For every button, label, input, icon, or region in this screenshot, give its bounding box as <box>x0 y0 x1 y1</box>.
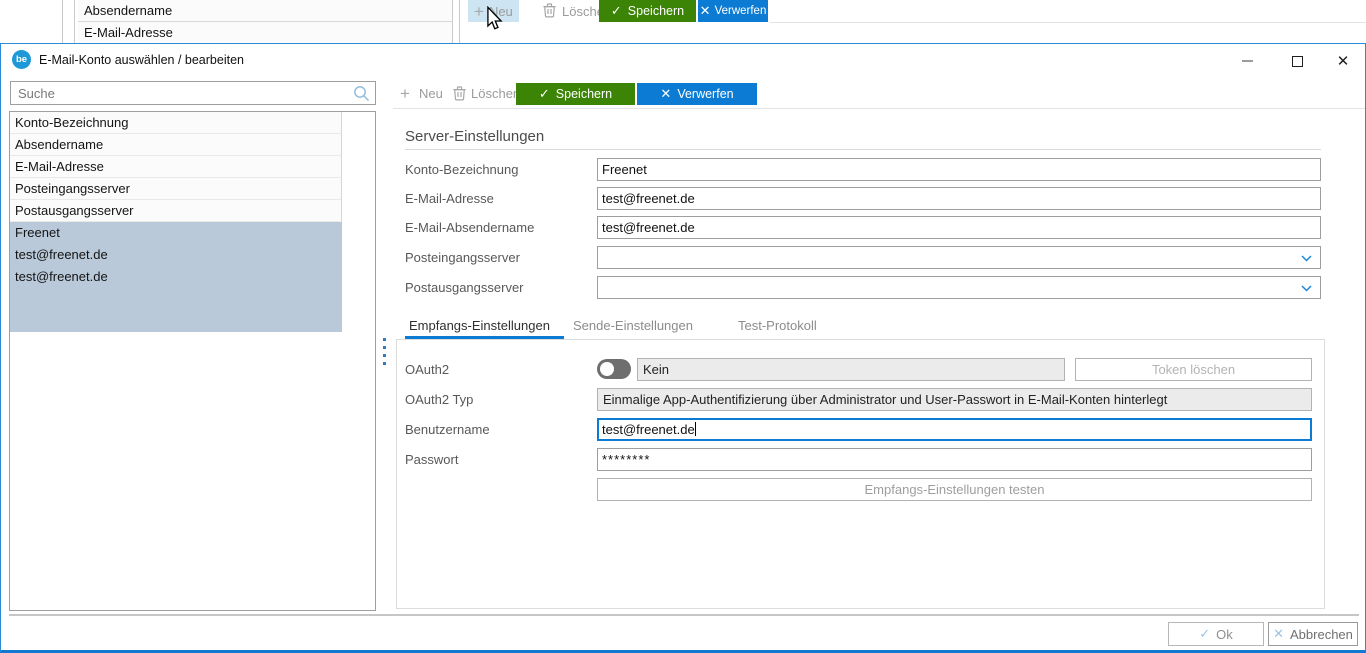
list-item[interactable]: Posteingangsserver <box>10 178 342 200</box>
app-logo-icon: be <box>12 50 31 69</box>
oauth2-typ-field: Einmalige App-Authentifizierung über Adm… <box>597 388 1312 411</box>
posteingangsserver-select[interactable] <box>597 246 1321 269</box>
oauth2-value-field: Kein <box>637 358 1065 381</box>
check-icon: ✓ <box>611 3 622 19</box>
selected-account-value: test@freenet.de <box>10 244 342 266</box>
tab-test-protokoll[interactable]: Test-Protokoll <box>738 315 817 337</box>
konto-bezeichnung-input[interactable] <box>597 158 1321 181</box>
plus-icon: + <box>400 85 410 102</box>
maximize-button[interactable] <box>1282 48 1312 74</box>
save-button[interactable]: ✓ Speichern <box>599 0 696 22</box>
list-item-label: Postausgangsserver <box>15 203 134 218</box>
screen: Absendername E-Mail-Adresse + Neu Lösche… <box>0 0 1366 653</box>
list-item[interactable]: Absendername <box>10 134 342 156</box>
grid-row-label: Absendername <box>84 3 172 18</box>
plus-icon: + <box>474 3 484 20</box>
divider <box>770 22 1366 23</box>
passwort-input[interactable] <box>597 448 1312 471</box>
field-label: OAuth2 <box>405 358 449 381</box>
divider <box>74 0 75 43</box>
account-list: Konto-Bezeichnung Absendername E-Mail-Ad… <box>9 111 376 611</box>
postausgangsserver-select[interactable] <box>597 276 1321 299</box>
divider <box>393 108 1365 109</box>
chevron-down-icon <box>1301 255 1312 262</box>
ok-button[interactable]: ✓ Ok <box>1168 622 1264 646</box>
benutzername-value: test@freenet.de <box>602 422 695 437</box>
dialog-title: E-Mail-Konto auswählen / bearbeiten <box>39 53 244 67</box>
background-grid: Absendername E-Mail-Adresse <box>78 0 453 44</box>
save-button-label: Speichern <box>556 87 612 101</box>
field-label: Postausgangsserver <box>405 276 524 299</box>
list-item-label: Konto-Bezeichnung <box>15 115 128 130</box>
field-label: E-Mail-Adresse <box>405 187 494 210</box>
divider <box>405 149 1321 150</box>
trash-icon <box>452 85 467 104</box>
list-item-label: E-Mail-Adresse <box>15 159 104 174</box>
field-label: E-Mail-Absendername <box>405 216 534 239</box>
field-label: Posteingangsserver <box>405 246 520 269</box>
discard-button-label: Verwerfen <box>677 87 733 101</box>
text-caret <box>695 422 696 436</box>
discard-button-label: Verwerfen <box>715 5 767 17</box>
chevron-down-icon <box>1301 285 1312 292</box>
field-label: Benutzername <box>405 418 490 441</box>
check-icon: ✓ <box>1199 626 1210 642</box>
field-label: Passwort <box>405 448 458 471</box>
field-label: OAuth2 Typ <box>405 388 473 411</box>
divider <box>459 0 460 43</box>
minimize-icon <box>1242 60 1253 62</box>
selected-account[interactable]: Freenet test@freenet.de test@freenet.de <box>10 222 342 332</box>
token-delete-button[interactable]: Token löschen <box>1075 358 1312 381</box>
cross-icon: ✕ <box>1273 626 1284 642</box>
close-icon: ✕ <box>1337 54 1350 69</box>
email-account-dialog: be E-Mail-Konto auswählen / bearbeiten ✕… <box>0 43 1366 653</box>
list-item[interactable]: E-Mail-Adresse <box>10 156 342 178</box>
mouse-cursor <box>486 6 503 34</box>
grid-row[interactable]: Absendername <box>78 0 453 22</box>
discard-button[interactable]: ✕ Verwerfen <box>637 83 757 105</box>
field-label: Konto-Bezeichnung <box>405 158 518 181</box>
close-button[interactable]: ✕ <box>1328 48 1358 74</box>
check-icon: ✓ <box>539 86 550 102</box>
selected-account-value: test@freenet.de <box>10 266 342 288</box>
cross-icon: ✕ <box>660 86 671 102</box>
section-title: Server-Einstellungen <box>405 128 544 145</box>
search-box <box>10 81 376 105</box>
toggle-knob <box>600 362 614 376</box>
minimize-button[interactable] <box>1232 48 1262 74</box>
save-button[interactable]: ✓ Speichern <box>516 83 635 105</box>
oauth2-toggle[interactable] <box>597 359 631 379</box>
tab-sende-einstellungen[interactable]: Sende-Einstellungen <box>573 315 693 337</box>
divider <box>9 614 1359 616</box>
cross-icon: ✕ <box>700 3 711 19</box>
cancel-button[interactable]: ✕ Abbrechen <box>1268 622 1358 646</box>
ok-button-label: Ok <box>1216 627 1233 642</box>
tab-empfangs-einstellungen[interactable]: Empfangs-Einstellungen <box>409 315 550 337</box>
discard-button[interactable]: ✕ Verwerfen <box>698 0 768 22</box>
save-button-label: Speichern <box>628 4 684 18</box>
list-item[interactable]: Postausgangsserver <box>10 200 342 222</box>
search-icon <box>353 85 370 105</box>
splitter-handle[interactable] <box>382 338 386 374</box>
benutzername-input[interactable]: test@freenet.de <box>597 418 1312 441</box>
selected-account-value: Freenet <box>10 222 342 244</box>
list-item-label: Absendername <box>15 137 103 152</box>
grid-row[interactable]: E-Mail-Adresse <box>78 22 453 44</box>
empfangs-test-button[interactable]: Empfangs-Einstellungen testen <box>597 478 1312 501</box>
grid-row-label: E-Mail-Adresse <box>84 25 173 40</box>
delete-button[interactable]: Löschen <box>471 83 520 105</box>
email-adresse-input[interactable] <box>597 187 1321 210</box>
email-absendername-input[interactable] <box>597 216 1321 239</box>
list-item-label: Posteingangsserver <box>15 181 130 196</box>
trash-icon <box>542 2 557 21</box>
maximize-icon <box>1292 56 1303 67</box>
search-input[interactable] <box>10 81 376 105</box>
divider <box>62 0 63 43</box>
cancel-button-label: Abbrechen <box>1290 627 1353 642</box>
list-item[interactable]: Konto-Bezeichnung <box>10 112 342 134</box>
new-button[interactable]: Neu <box>419 83 443 105</box>
